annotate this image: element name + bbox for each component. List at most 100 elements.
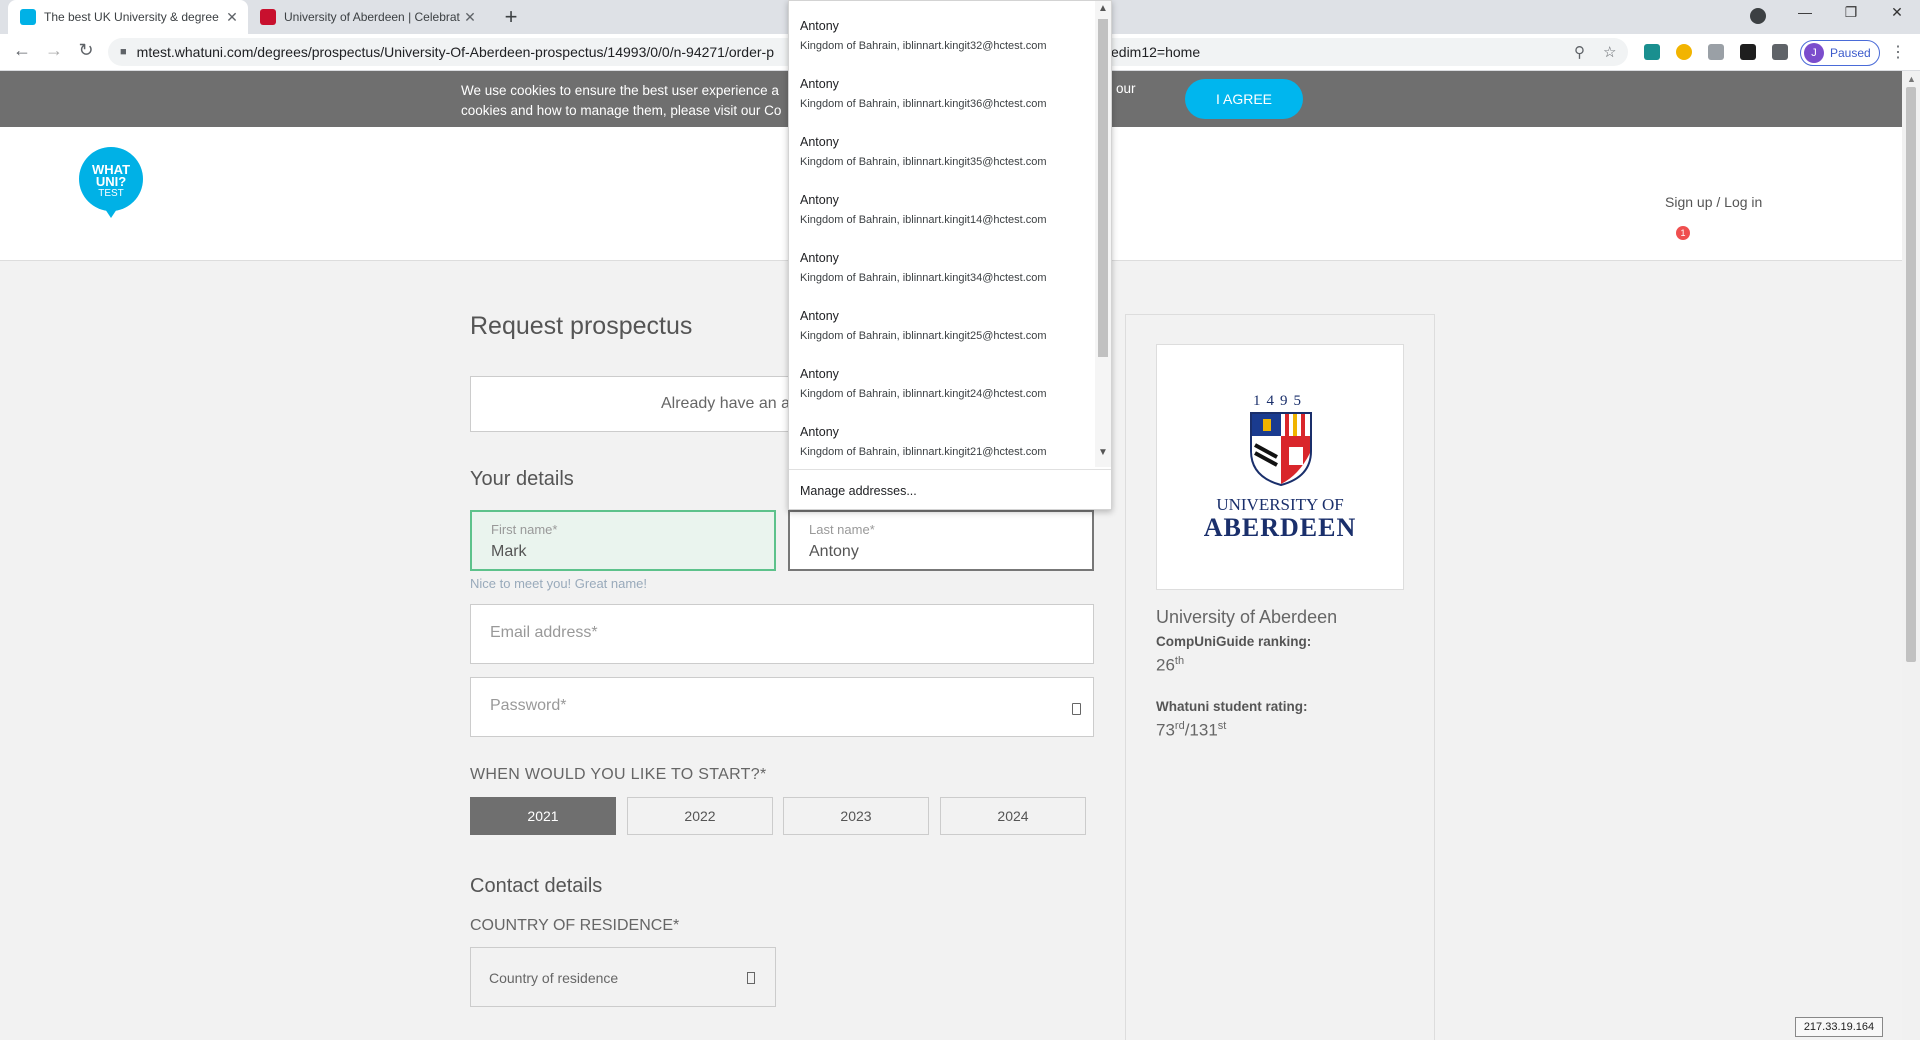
start-question: WHEN WOULD YOU LIKE TO START?*	[470, 766, 767, 783]
close-tab-icon[interactable]: ✕	[462, 9, 478, 26]
country-label: COUNTRY OF RESIDENCE*	[470, 917, 680, 934]
university-crest-icon	[1250, 412, 1312, 487]
logo-line: TEST	[98, 188, 124, 199]
rating-suffix: rd	[1174, 720, 1185, 732]
page-scrollbar[interactable]: ▲	[1902, 71, 1920, 1040]
logo-line2: ABERDEEN	[1203, 513, 1357, 542]
autofill-suggestion[interactable]: Antony Kingdom of Bahrain, iblinnart.kin…	[789, 65, 1097, 123]
profile-status: Paused	[1830, 46, 1871, 60]
tab-title: University of Aberdeen | Celebrat	[284, 10, 460, 24]
autofill-suggestion[interactable]: Antony Kingdom of Bahrain, iblinnart.kin…	[789, 123, 1097, 181]
university-name: University of Aberdeen	[1156, 607, 1338, 627]
back-icon[interactable]: ←	[10, 40, 34, 61]
url-text-tail: edim12=home	[1111, 44, 1201, 60]
url-text: mtest.whatuni.com/degrees/prospectus/Uni…	[136, 44, 774, 60]
minimize-button[interactable]: —	[1782, 4, 1828, 20]
password-field[interactable]: Password*	[470, 677, 1094, 737]
forward-icon[interactable]: →	[42, 40, 66, 61]
autofill-suggestion[interactable]: Antony Kingdom of Bahrain, iblinnart.kin…	[789, 355, 1097, 413]
autofill-suggestion[interactable]: Antony Kingdom of Bahrain, iblinnart.kin…	[789, 181, 1097, 239]
email-placeholder: Email address*	[490, 624, 598, 641]
cookie-text-tail: our	[1116, 81, 1136, 96]
suggestion-detail: Kingdom of Bahrain, iblinnart.kingit35@h…	[800, 156, 1047, 168]
reload-icon[interactable]: ↻	[74, 40, 98, 61]
suggestion-detail: Kingdom of Bahrain, iblinnart.kingit34@h…	[800, 272, 1047, 284]
email-field[interactable]: Email address*	[470, 604, 1094, 664]
first-name-value: Mark	[491, 543, 527, 560]
extension-icon[interactable]	[1676, 44, 1692, 60]
whatuni-logo[interactable]: WHAT UNI? TEST	[79, 147, 143, 218]
autofill-dropdown: Antony Kingdom of Bahrain, iblinnart.kin…	[788, 0, 1112, 510]
tab-search-icon[interactable]	[1750, 8, 1766, 24]
rating-number: 73	[1156, 720, 1175, 740]
close-tab-icon[interactable]: ✕	[224, 9, 240, 26]
extension-icon[interactable]	[1740, 44, 1756, 60]
bookmark-star-icon[interactable]: ☆	[1603, 43, 1616, 61]
last-name-field[interactable]: Last name* Antony	[788, 510, 1094, 571]
logo-line: UNI?	[95, 174, 127, 189]
extension-icon[interactable]	[1708, 44, 1724, 60]
notification-badge[interactable]: 1	[1676, 226, 1690, 240]
year-option-2023[interactable]: 2023	[783, 797, 929, 835]
year-option-2024[interactable]: 2024	[940, 797, 1086, 835]
year-option-2021[interactable]: 2021	[470, 797, 616, 835]
dropdown-scrollbar[interactable]: ▲ ▼	[1095, 1, 1111, 467]
ip-address-badge: 217.33.19.164	[1795, 1017, 1883, 1037]
suggestion-name: Antony	[800, 193, 839, 207]
country-placeholder: Country of residence	[489, 970, 619, 986]
suggestion-detail: Kingdom of Bahrain, iblinnart.kingit25@h…	[800, 330, 1047, 342]
contact-details-heading: Contact details	[470, 875, 603, 897]
dropdown-scrollbar-thumb[interactable]	[1098, 19, 1108, 357]
ranking-suffix: th	[1174, 655, 1185, 667]
dropdown-caret-icon	[747, 972, 755, 984]
scroll-up-icon[interactable]: ▲	[1098, 3, 1108, 14]
last-name-value: Antony	[809, 543, 859, 560]
tab-title: The best UK University & degree	[44, 10, 219, 24]
agree-button[interactable]: I AGREE	[1185, 79, 1303, 119]
autofill-suggestion[interactable]: Antony Kingdom of Bahrain, iblinnart.kin…	[789, 7, 1097, 65]
country-select[interactable]: Country of residence	[470, 947, 776, 1007]
scroll-down-icon[interactable]: ▼	[1098, 447, 1108, 458]
university-logo: 1495 UNIVERSITY OF ABERDEEN	[1156, 344, 1404, 590]
autofill-suggestion[interactable]: Antony Kingdom of Bahrain, iblinnart.kin…	[789, 413, 1097, 471]
suggestion-name: Antony	[800, 309, 839, 323]
password-placeholder: Password*	[490, 697, 567, 714]
tab-aberdeen[interactable]: University of Aberdeen | Celebrat ✕	[248, 0, 486, 34]
tab-whatuni[interactable]: The best UK University & degree ✕	[8, 0, 248, 34]
year-option-2022[interactable]: 2022	[627, 797, 773, 835]
show-password-icon[interactable]	[1072, 703, 1081, 715]
aberdeen-favicon-icon	[260, 9, 276, 25]
lock-icon: ■	[120, 46, 127, 58]
suggestion-detail: Kingdom of Bahrain, iblinnart.kingit14@h…	[800, 214, 1047, 226]
suggestion-detail: Kingdom of Bahrain, iblinnart.kingit36@h…	[800, 98, 1047, 110]
puzzle-extensions-icon[interactable]	[1772, 44, 1788, 60]
rating-total: /131	[1184, 720, 1218, 740]
autofill-suggestion[interactable]: Antony Kingdom of Bahrain, iblinnart.kin…	[789, 239, 1097, 297]
rating-total-suffix: st	[1217, 720, 1227, 732]
scroll-up-icon[interactable]: ▲	[1907, 74, 1916, 84]
scrollbar-thumb[interactable]	[1906, 87, 1916, 662]
rating-label: Whatuni student rating:	[1156, 699, 1308, 714]
logo-line1: UNIVERSITY OF	[1216, 495, 1344, 514]
menu-icon[interactable]: ⋮	[1890, 42, 1906, 62]
autofill-suggestion[interactable]: Antony Kingdom of Bahrain, iblinnart.kin…	[789, 297, 1097, 355]
rating-value: 73rd/131st	[1156, 720, 1226, 741]
restore-button[interactable]: ❐	[1828, 4, 1874, 21]
close-window-button[interactable]: ✕	[1874, 4, 1920, 21]
last-name-label: Last name*	[809, 522, 875, 537]
location-icon[interactable]: ⚲	[1574, 43, 1585, 61]
divider	[789, 469, 1111, 470]
cookie-text: We use cookies to ensure the best user e…	[461, 83, 782, 118]
manage-addresses-link[interactable]: Manage addresses...	[800, 484, 917, 498]
signup-login-link[interactable]: Sign up / Log in	[1665, 194, 1762, 210]
avatar: J	[1804, 43, 1824, 63]
new-tab-button[interactable]: +	[498, 4, 524, 30]
extension-icon[interactable]	[1644, 44, 1660, 60]
suggestion-detail: Kingdom of Bahrain, iblinnart.kingit32@h…	[800, 40, 1047, 52]
name-hint: Nice to meet you! Great name!	[470, 576, 648, 591]
profile-button[interactable]: J Paused	[1800, 40, 1880, 66]
page-title: Request prospectus	[470, 312, 693, 340]
logo-year: 1495	[1253, 393, 1307, 409]
suggestion-name: Antony	[800, 19, 839, 33]
first-name-field[interactable]: First name* Mark	[470, 510, 776, 571]
